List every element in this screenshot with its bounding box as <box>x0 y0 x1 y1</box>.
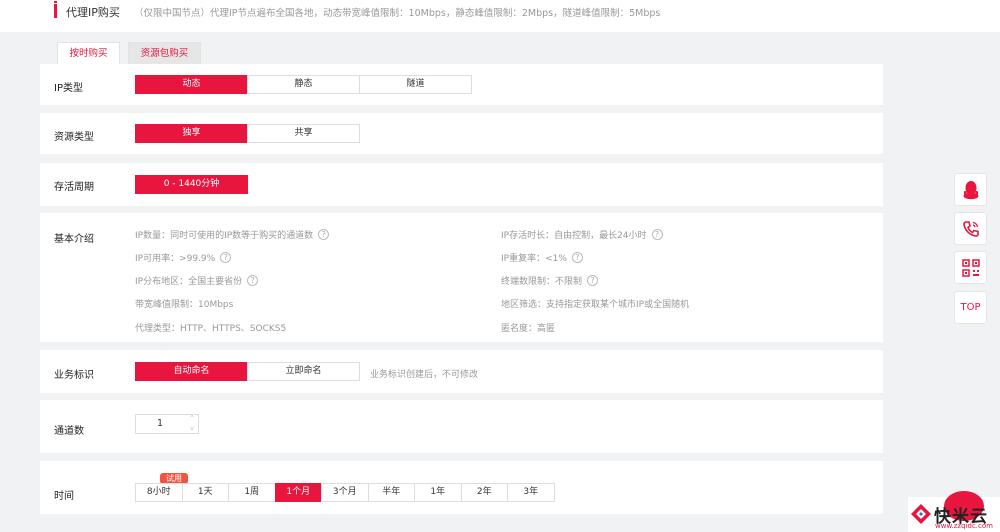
auto-name-button[interactable]: 自动命名 <box>135 362 248 381</box>
intro-item-repeat-rate: IP重复率：<1%? <box>501 251 583 264</box>
intro-item-anonymity: 匿名度：高匿 <box>501 324 556 334</box>
duration-3m-button[interactable]: 3个月 <box>321 483 369 502</box>
page-header: 代理IP购买 （仅限中国节点）代理IP节点遍布全国各地，动态带宽峰值限制：10M… <box>0 0 1000 32</box>
business-id-label: 业务标识 <box>54 370 94 381</box>
section-lifetime: 存活周期 0 - 1440分钟 <box>40 163 883 206</box>
duration-3y-button[interactable]: 3年 <box>507 483 555 502</box>
lifetime-range-button[interactable]: 0 - 1440分钟 <box>135 175 248 194</box>
ip-type-label: IP类型 <box>54 83 83 94</box>
intro-item-region-filter: 地区筛选：支持指定获取某个城市IP或全国随机 <box>501 300 690 310</box>
help-icon[interactable]: ? <box>220 252 232 263</box>
page-title: 代理IP购买 <box>66 6 120 19</box>
channel-quantity-stepper: 1 ^ v <box>135 414 199 434</box>
channels-label: 通道数 <box>54 426 84 437</box>
back-to-top-button[interactable]: TOP <box>954 291 987 324</box>
duration-1d-button[interactable]: 1天 <box>181 483 229 502</box>
qq-contact-button[interactable] <box>954 173 987 206</box>
intro-item-availability: IP可用率：>99.9%? <box>135 251 232 264</box>
brand-logo-icon <box>911 504 931 524</box>
ip-type-tunnel-button[interactable]: 隧道 <box>359 75 472 94</box>
intro-item-ip-count: IP数量：同时可使用的IP数等于购买的通道数? <box>135 228 330 241</box>
tab-buy-by-time[interactable]: 按时购买 <box>57 42 120 64</box>
chevron-up-icon[interactable]: ^ <box>186 414 198 423</box>
help-icon[interactable]: ? <box>651 229 663 240</box>
intro-item-proxy-type: 代理类型：HTTP、HTTPS、SOCKS5 <box>135 324 287 334</box>
duration-8h-button[interactable]: 8小时 <box>135 483 183 502</box>
duration-options: 8小时 1天 1周 1个月 3个月 半年 1年 2年 3年 <box>135 483 555 502</box>
section-business-id: 业务标识 自动命名 立即命名 业务标识创建后，不可修改 <box>40 350 883 393</box>
business-id-options: 自动命名 立即命名 <box>135 362 360 381</box>
intro-item-terminal-limit: 终端数限制：不限制? <box>501 274 599 287</box>
brand-url: www.zzqidc.com <box>935 522 993 530</box>
lifetime-label: 存活周期 <box>54 182 94 193</box>
duration-2y-button[interactable]: 2年 <box>460 483 508 502</box>
duration-1m-button[interactable]: 1个月 <box>274 483 322 502</box>
intro-item-distribution: IP分布地区：全国主要省份? <box>135 274 259 287</box>
lifetime-options: 0 - 1440分钟 <box>135 175 248 194</box>
ip-type-static-button[interactable]: 静态 <box>247 75 360 94</box>
brand-watermark: 快米云 www.zzqidc.com <box>908 491 1000 532</box>
help-icon[interactable]: ? <box>318 229 330 240</box>
resource-type-shared-button[interactable]: 共享 <box>247 124 360 143</box>
qq-penguin-icon <box>963 180 978 199</box>
duration-label: 时间 <box>54 491 74 502</box>
back-to-top-label: TOP <box>960 302 981 313</box>
duration-6m-button[interactable]: 半年 <box>367 483 415 502</box>
resource-type-exclusive-button[interactable]: 独享 <box>135 124 248 143</box>
help-icon[interactable]: ? <box>571 252 583 263</box>
qrcode-icon <box>961 258 980 277</box>
tab-buy-resource-pack[interactable]: 资源包购买 <box>128 42 201 64</box>
section-ip-type: IP类型 动态 静态 隧道 <box>40 64 883 105</box>
help-icon[interactable]: ? <box>247 275 259 286</box>
chevron-down-icon[interactable]: v <box>186 424 198 433</box>
intro-item-lifetime: IP存活时长：自由控制，最长24小时? <box>501 228 663 241</box>
ip-type-options: 动态 静态 隧道 <box>135 75 472 94</box>
section-resource-type: 资源类型 独享 共享 <box>40 113 883 154</box>
section-duration: 时间 试用 8小时 1天 1周 1个月 3个月 半年 1年 2年 3年 <box>40 461 883 514</box>
page-description: （仅限中国节点）代理IP节点遍布全国各地，动态带宽峰值限制：10Mbps，静态峰… <box>134 8 661 19</box>
section-basic-intro: 基本介绍 IP数量：同时可使用的IP数等于购买的通道数? IP可用率：>99.9… <box>40 213 883 342</box>
title-accent-mark <box>54 1 57 18</box>
business-id-hint: 业务标识创建后，不可修改 <box>370 370 479 380</box>
channel-quantity-input[interactable]: 1 <box>136 415 184 433</box>
qrcode-button[interactable] <box>954 251 987 284</box>
duration-1w-button[interactable]: 1周 <box>228 483 276 502</box>
resource-type-label: 资源类型 <box>54 132 94 143</box>
intro-label: 基本介绍 <box>54 234 94 245</box>
duration-1y-button[interactable]: 1年 <box>414 483 462 502</box>
phone-icon <box>962 220 979 237</box>
name-now-button[interactable]: 立即命名 <box>247 362 360 381</box>
resource-type-options: 独享 共享 <box>135 124 360 143</box>
phone-contact-button[interactable] <box>954 212 987 245</box>
intro-item-bandwidth: 带宽峰值限制：10Mbps <box>135 300 234 310</box>
ip-type-dynamic-button[interactable]: 动态 <box>135 75 248 94</box>
section-channels: 通道数 1 ^ v <box>40 400 883 453</box>
help-icon[interactable]: ? <box>587 275 599 286</box>
